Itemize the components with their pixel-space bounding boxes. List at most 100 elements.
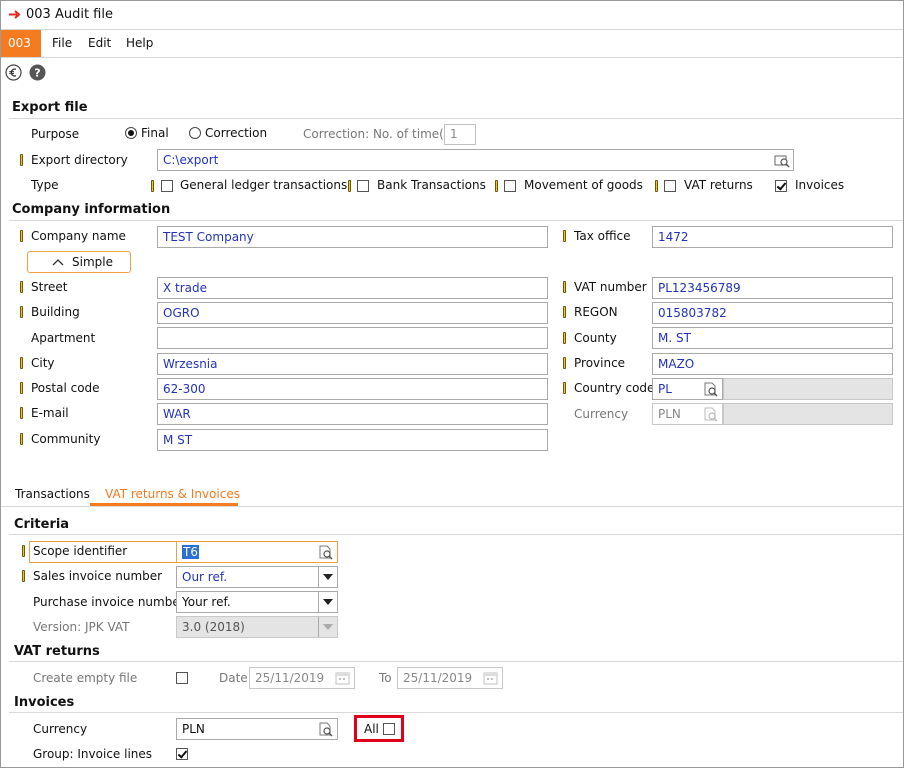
company-name-input[interactable]: TEST Company [157, 226, 548, 248]
required-marker [20, 357, 23, 369]
required-marker [563, 332, 566, 344]
purpose-final-radio[interactable] [125, 127, 137, 139]
date-to-value: 25/11/2019 [403, 671, 473, 685]
export-file-heading: Export file [12, 100, 88, 115]
sales-invoice-number-select[interactable]: Our ref. [176, 566, 338, 588]
section-divider [9, 712, 903, 713]
required-marker [20, 154, 23, 166]
required-marker [563, 281, 566, 293]
regon-input[interactable]: 015803782 [652, 302, 893, 324]
street-input[interactable]: X trade [157, 277, 548, 299]
group-invoice-lines-checkbox[interactable] [176, 748, 188, 760]
criteria-heading: Criteria [14, 517, 70, 532]
invoice-currency-label: Currency [33, 722, 88, 736]
chevron-down-icon[interactable] [318, 567, 337, 587]
purpose-final-label[interactable]: Final [141, 126, 169, 140]
type-movement-of-goods-checkbox[interactable] [504, 180, 516, 192]
type-label: Type [31, 178, 59, 192]
required-marker [563, 230, 566, 242]
community-label: Community [31, 432, 101, 446]
version-jpk-vat-value: 3.0 (2018) [182, 620, 245, 634]
company-name-label: Company name [31, 229, 126, 243]
county-input[interactable]: M. ST [652, 327, 893, 349]
tab-transactions[interactable]: Transactions [15, 487, 90, 501]
company-badge: 003 [1, 30, 41, 57]
required-marker [20, 407, 23, 419]
section-divider [9, 534, 903, 535]
purchase-invoice-number-select[interactable]: Your ref. [176, 591, 338, 613]
invoice-currency-input[interactable]: PLN [176, 718, 338, 740]
export-directory-input[interactable]: C:\export [157, 149, 794, 171]
section-divider [9, 661, 903, 662]
type-vat-returns-checkbox[interactable] [664, 180, 676, 192]
province-label: Province [574, 356, 626, 370]
city-input[interactable]: Wrzesnia [157, 353, 548, 375]
scope-identifier-input[interactable]: T6 [176, 541, 338, 563]
date-to-input: 25/11/2019 [397, 667, 503, 689]
tab-vat-returns-invoices[interactable]: VAT returns & Invoices [105, 487, 240, 501]
apartment-input[interactable] [157, 327, 548, 349]
purchase-invoice-number-value: Your ref. [182, 595, 231, 609]
euro-icon[interactable] [5, 64, 22, 81]
postal-code-input[interactable]: 62-300 [157, 378, 548, 400]
date-from-label: Date [219, 671, 248, 685]
menu-help[interactable]: Help [126, 36, 153, 50]
required-marker [20, 306, 23, 318]
type-general-ledger-checkbox[interactable] [161, 180, 173, 192]
apartment-label: Apartment [31, 331, 96, 345]
help-icon[interactable]: ? [29, 64, 46, 81]
export-directory-label: Export directory [31, 153, 128, 167]
required-marker [495, 180, 498, 192]
lookup-search-icon[interactable] [703, 382, 719, 397]
community-input[interactable]: M ST [157, 429, 548, 451]
type-bank-transactions-checkbox[interactable] [357, 180, 369, 192]
title-bar: 003 Audit file [1, 1, 903, 30]
correction-times-input[interactable]: 1 [444, 124, 476, 145]
create-empty-file-checkbox[interactable] [176, 672, 188, 684]
required-marker [348, 180, 351, 192]
chevron-down-icon[interactable] [318, 592, 337, 612]
chevron-up-icon [52, 259, 64, 266]
street-label: Street [31, 280, 68, 294]
purpose-correction-label[interactable]: Correction [205, 126, 267, 140]
date-from-input: 25/11/2019 [249, 667, 355, 689]
menu-edit[interactable]: Edit [88, 36, 111, 50]
email-label: E-mail [31, 406, 69, 420]
menu-file[interactable]: File [52, 36, 72, 50]
country-code-label: Country code [574, 381, 655, 395]
required-marker [22, 570, 25, 582]
tax-office-input[interactable]: 1472 [652, 226, 893, 248]
type-invoices-checkbox[interactable] [775, 180, 787, 192]
purpose-correction-radio[interactable] [189, 127, 201, 139]
country-code-input[interactable]: PL [652, 378, 723, 400]
tabs-divider [1, 506, 903, 507]
all-currencies-label: All [364, 722, 379, 736]
vat-number-input[interactable]: PL123456789 [652, 277, 893, 299]
type-bank-transactions-label: Bank Transactions [377, 178, 486, 192]
calendar-icon [483, 672, 498, 685]
country-code-value: PL [658, 382, 672, 396]
province-input[interactable]: MAZO [652, 353, 893, 375]
create-empty-file-label: Create empty file [33, 671, 138, 685]
purpose-label: Purpose [31, 127, 80, 141]
required-marker [563, 382, 566, 394]
scope-identifier-label: Scope identifier [33, 544, 128, 558]
calendar-icon [335, 672, 350, 685]
lookup-search-icon[interactable] [318, 722, 334, 737]
building-input[interactable]: OGRO [157, 302, 548, 324]
type-invoices-label: Invoices [795, 178, 845, 192]
company-currency-input: PLN [652, 403, 723, 425]
purchase-invoice-number-label: Purchase invoice number [33, 595, 185, 609]
type-vat-returns-label: VAT returns [684, 178, 753, 192]
sales-invoice-number-label: Sales invoice number [33, 569, 163, 583]
chevron-down-icon [318, 617, 337, 637]
vat-returns-heading: VAT returns [14, 644, 100, 659]
folder-browse-icon[interactable] [774, 153, 790, 168]
lookup-search-icon[interactable] [318, 545, 334, 560]
currency-label: Currency [574, 407, 629, 421]
required-marker [655, 180, 658, 192]
email-input[interactable]: WAR [157, 403, 548, 425]
simple-toggle-button[interactable]: Simple [27, 251, 131, 273]
all-currencies-checkbox[interactable] [383, 723, 395, 735]
correction-times-label: Correction: No. of time(s) [303, 127, 455, 141]
